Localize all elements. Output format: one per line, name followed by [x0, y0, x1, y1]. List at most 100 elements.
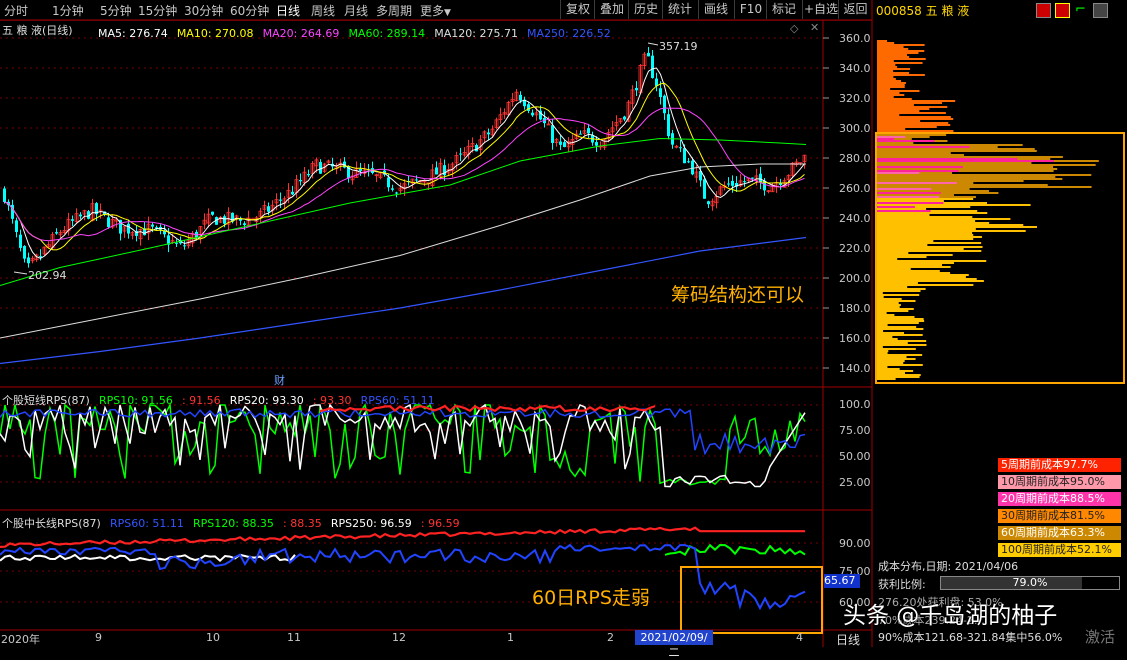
candle-body-down: [387, 177, 390, 188]
rps60-long-label: RPS60: 51.11: [109, 517, 184, 530]
rps20-ref-label: : 93.30: [312, 394, 352, 407]
chip-settings-icon[interactable]: [1093, 3, 1108, 18]
ma120-label: MA120: 275.71: [434, 27, 518, 40]
price-tick: 200.0: [839, 272, 871, 285]
chip-bar: [877, 222, 990, 224]
chip-bar: [877, 284, 974, 286]
chip-bar: [877, 92, 900, 94]
chip-bar: [877, 350, 889, 352]
candle-body-down: [391, 188, 394, 190]
candle-body-down: [667, 114, 670, 137]
chip-bar: [877, 352, 888, 354]
price-tick: 220.0: [839, 242, 871, 255]
chip-bar: [877, 114, 900, 116]
rps20-label: RPS20: 93.30: [229, 394, 304, 407]
candle-body-down: [727, 183, 730, 185]
chip-bar: [877, 200, 944, 202]
chip-bar: [877, 358, 916, 360]
chip-bar: [877, 62, 923, 64]
price-tick: 180.0: [839, 302, 871, 315]
ma60-label: MA60: 289.14: [348, 27, 426, 40]
rps-short-layer: [0, 402, 806, 488]
ma5-label: MA5: 276.74: [98, 27, 168, 40]
chip-bar-recent: [877, 182, 957, 184]
chip-bar: [877, 340, 927, 342]
chip-bar: [877, 74, 925, 76]
diamond-icon[interactable]: ◇: [790, 22, 798, 35]
chart-title: 五 粮 液(日线): [2, 24, 73, 37]
candle-body-down: [623, 116, 626, 120]
price-tick: 280.0: [839, 152, 871, 165]
candle-body-down: [39, 256, 42, 258]
chip-bar: [877, 324, 888, 326]
ma20-label: MA20: 264.69: [262, 27, 340, 40]
chip-bar: [877, 204, 1031, 206]
chip-bar: [877, 236, 982, 238]
cost-legend-row: 30周期前成本81.5%: [998, 509, 1121, 523]
rps120-ref-label: : 88.35: [283, 517, 322, 530]
chip-bar: [877, 240, 934, 242]
chip-bar: [877, 330, 884, 332]
chip-mode-alt-icon[interactable]: ⌐: [1075, 2, 1086, 17]
chip-mode-icon[interactable]: [1055, 3, 1070, 18]
rps-short-title: 个股短线RPS(87): [2, 394, 90, 407]
date-tick: 1: [507, 631, 514, 644]
chip-bar: [877, 320, 925, 322]
candle-body-down: [559, 141, 562, 145]
chip-bar-recent: [877, 202, 944, 204]
chip-bar: [877, 366, 888, 368]
ma250-label: MA250: 226.52: [527, 27, 611, 40]
chip-bar: [877, 124, 951, 126]
candle-body-down: [683, 148, 686, 164]
chip-bar: [877, 214, 930, 216]
candle-body-down: [707, 201, 710, 205]
finance-report-icon[interactable]: 财: [274, 372, 285, 388]
chip-bar: [877, 332, 904, 334]
chip-bar: [877, 372, 905, 374]
rps-short-tick: 25.00: [839, 476, 871, 489]
chip-bar: [877, 298, 902, 300]
chip-bar-recent: [877, 140, 935, 142]
candle-body-down: [415, 179, 418, 181]
low-marker-line: [13, 271, 28, 275]
price-tick: 340.0: [839, 62, 871, 75]
chip-bar: [877, 294, 920, 296]
chip-bar-recent: [877, 138, 895, 140]
date-tick: 12: [392, 631, 406, 644]
rps-long-title: 个股中长线RPS(87): [2, 517, 101, 530]
chip-bar: [877, 378, 896, 380]
period-label[interactable]: 日线: [836, 631, 860, 648]
candlestick-layer: [3, 46, 807, 268]
chip-bar: [877, 120, 921, 122]
candle-body-down: [3, 188, 6, 203]
chip-bar: [877, 198, 974, 200]
chip-bar: [877, 52, 919, 54]
chip-bar: [877, 338, 898, 340]
chip-bar: [877, 84, 905, 86]
candle-body-down: [243, 223, 246, 226]
chip-bar: [877, 64, 896, 66]
rps-long-tick: 90.00: [839, 537, 871, 550]
cost-legend-row: 20周期前成本88.5%: [998, 492, 1121, 506]
chip-bar: [877, 234, 974, 236]
chip-bar: [877, 102, 943, 104]
chip-bar: [877, 344, 927, 346]
candle-body-down: [551, 125, 554, 143]
rps10-ref-label: : 91.56: [181, 394, 221, 407]
chip-bar: [877, 342, 908, 344]
cost-legend-row: 5周期前成本97.7%: [998, 458, 1121, 472]
candle-body-down: [691, 160, 694, 175]
candle-body-down: [223, 216, 226, 224]
candle-body-down: [635, 87, 638, 91]
candle-body-down: [731, 180, 734, 186]
chip-bar: [877, 94, 905, 96]
chip-bar: [877, 306, 900, 308]
candle-body-down: [587, 128, 590, 134]
moving-average-layer: [0, 42, 807, 365]
chip-bar: [877, 134, 947, 136]
close-icon[interactable]: ✕: [810, 21, 819, 34]
chip-bar: [877, 130, 954, 132]
flag-icon[interactable]: [1036, 3, 1051, 18]
candle-body-down: [279, 199, 282, 201]
chip-bar: [877, 154, 965, 156]
